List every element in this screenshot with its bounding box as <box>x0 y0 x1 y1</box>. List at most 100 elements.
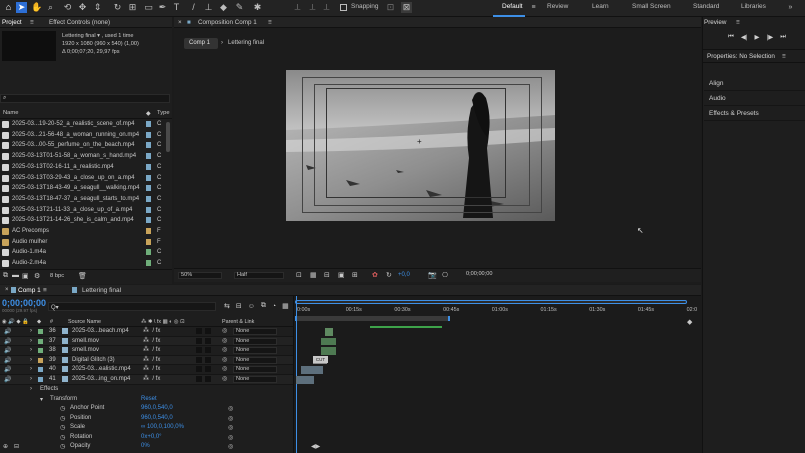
layer-row[interactable]: 🔊 › 37 smell.mov ⁂ / fx ◎ None <box>0 336 293 347</box>
layer-source-name[interactable]: 2025-03...beach.mp4 <box>72 328 129 334</box>
work-area-bar[interactable] <box>295 316 450 321</box>
transform-property[interactable]: ◷ Anchor Point 960,0,540,0 ◎ <box>0 404 293 414</box>
layer-label-swatch[interactable] <box>38 367 43 373</box>
puppet-pin-icon[interactable]: ✱ <box>252 2 263 13</box>
graph-editor-icon[interactable]: ▦ <box>282 302 289 310</box>
label-column-icon[interactable]: ◆ <box>37 319 41 325</box>
project-menu-icon[interactable]: ≡ <box>30 19 34 26</box>
expand-arrow-icon[interactable]: › <box>30 386 32 392</box>
roto-brush-icon[interactable]: ✎ <box>234 2 245 13</box>
expression-pickwhip-icon[interactable]: ◎ <box>228 415 233 422</box>
av-features-icon[interactable]: ◉ 🔊 ◆ 🔒 <box>2 319 29 325</box>
preview-menu-icon[interactable]: ≡ <box>736 19 740 26</box>
layer-label-swatch[interactable] <box>38 357 43 363</box>
layer-source-name[interactable]: smell.mov <box>72 338 99 344</box>
project-list-item[interactable]: 2025-03...19-20-52_a_realistic_scene_of.… <box>0 120 166 130</box>
property-value[interactable]: 0% <box>141 443 150 449</box>
layer-source-name[interactable]: 2025-03...ealistic.mp4 <box>72 366 131 372</box>
layer-switch-box[interactable] <box>205 366 211 373</box>
parent-link-header[interactable]: Parent & Link <box>222 319 254 325</box>
switches-header-icon[interactable]: ⁂ ✱ \ fx ▦ ◐ ◎ ⊡ <box>141 319 185 325</box>
effects-presets-section[interactable]: Effects & Presets <box>704 107 805 121</box>
timeline-current-time[interactable]: 0;00;00;00 <box>2 298 46 308</box>
property-value[interactable]: 0x+0,0° <box>141 434 162 440</box>
layer-row[interactable]: 🔊 › 36 2025-03...beach.mp4 ⁂ / fx ◎ None <box>0 327 293 337</box>
snap-toggle-icon[interactable]: ⊠ <box>401 2 412 13</box>
property-value[interactable]: ∞ 100,0,100,0% <box>141 424 184 430</box>
toggle-switches-icon[interactable]: ⊕ <box>3 443 8 450</box>
layer-switch-box[interactable] <box>196 328 202 334</box>
breadcrumb-lettering[interactable]: Lettering final <box>228 40 264 46</box>
expression-pickwhip-icon[interactable]: ◎ <box>228 443 233 450</box>
stopwatch-icon[interactable]: ◷ <box>60 434 65 441</box>
audio-section[interactable]: Audio <box>704 92 805 106</box>
exposure-reset-icon[interactable]: ↻ <box>386 271 392 279</box>
layer-switch-box[interactable] <box>196 337 202 344</box>
time-navigator[interactable] <box>295 300 687 304</box>
source-name-header[interactable]: Source Name <box>68 319 101 325</box>
parent-pickwhip-icon[interactable]: ◎ <box>222 337 227 344</box>
label-color-swatch[interactable] <box>146 217 151 224</box>
align-section[interactable]: Align <box>704 77 805 91</box>
lock-icon[interactable]: ■ <box>187 19 191 26</box>
audio-toggle-icon[interactable]: 🔊 <box>4 376 11 383</box>
transform-property[interactable]: ◷ Opacity 0% ◎ <box>0 442 293 452</box>
layer-clip-bar[interactable] <box>321 347 336 355</box>
layer-clip-bar[interactable] <box>296 376 314 384</box>
project-list-item[interactable]: Audio-2.m4a C <box>0 259 166 269</box>
parent-dropdown[interactable]: None <box>233 328 277 335</box>
type-tool-icon[interactable]: T <box>171 2 182 13</box>
label-color-swatch[interactable] <box>146 195 151 202</box>
last-frame-icon[interactable]: ⏭ <box>780 33 786 41</box>
workspace-tab-small-screen[interactable]: Small Screen <box>632 3 671 10</box>
color-management-icon[interactable]: ✿ <box>372 271 378 279</box>
layer-source-name[interactable]: smell.mov <box>72 347 99 353</box>
label-color-swatch[interactable] <box>146 206 151 213</box>
pan-camera-icon[interactable]: ✥ <box>77 2 88 13</box>
workspace-overflow-icon[interactable]: » <box>785 2 796 13</box>
rotate-tool-icon[interactable]: ↻ <box>112 2 123 13</box>
audio-toggle-icon[interactable]: 🔊 <box>4 366 11 373</box>
motion-blur-icon[interactable]: ◔ <box>272 303 276 310</box>
layer-source-name[interactable]: 2025-03...ing_on.mp4 <box>72 376 130 382</box>
axis-local-icon[interactable]: ⟂ <box>292 2 303 13</box>
clone-stamp-icon[interactable]: ⊥ <box>203 2 214 13</box>
expand-arrow-icon[interactable]: › <box>30 376 32 382</box>
layer-switches-icon[interactable]: ⁂ / fx <box>143 327 160 334</box>
parent-dropdown[interactable]: None <box>233 366 277 374</box>
parent-pickwhip-icon[interactable]: ◎ <box>222 365 227 372</box>
expression-pickwhip-icon[interactable]: ◎ <box>228 424 233 431</box>
column-type[interactable]: Type <box>157 110 170 116</box>
layer-clip-bar[interactable] <box>301 366 323 374</box>
property-value[interactable]: 960,0,540,0 <box>141 405 173 411</box>
layer-label-swatch[interactable] <box>38 348 43 354</box>
resolution-dropdown[interactable]: Half <box>234 272 284 279</box>
layer-switch-box[interactable] <box>205 347 211 354</box>
layer-switch-box[interactable] <box>205 376 211 382</box>
project-scrollbar[interactable] <box>166 122 170 152</box>
parent-pickwhip-icon[interactable]: ◎ <box>222 346 227 353</box>
project-list-item[interactable]: AC Precomps F <box>0 227 166 237</box>
transform-group[interactable]: ▾ Transform Reset <box>0 395 293 405</box>
project-list-item[interactable]: 2025-03-13T18-43-49_a_seagull__walking.m… <box>0 184 166 194</box>
expand-arrow-icon[interactable]: ▾ <box>40 396 43 403</box>
pen-tool-icon[interactable]: ✒ <box>157 2 168 13</box>
layer-label-swatch[interactable] <box>38 377 43 382</box>
audio-toggle-icon[interactable]: 🔊 <box>4 338 11 345</box>
stopwatch-icon[interactable]: ◷ <box>60 424 65 431</box>
workspace-tab-default[interactable]: Default <box>493 0 525 17</box>
workspace-tab-review[interactable]: Review <box>547 3 568 10</box>
breadcrumb-comp1[interactable]: Comp 1 <box>184 38 218 49</box>
layer-switch-box[interactable] <box>205 356 211 363</box>
draft-3d-icon[interactable]: ⊟ <box>236 302 242 310</box>
layer-switch-box[interactable] <box>196 356 202 363</box>
label-color-swatch[interactable] <box>146 249 151 256</box>
label-color-swatch[interactable] <box>146 174 151 181</box>
mask-visibility-icon[interactable]: ⊟ <box>324 271 330 279</box>
expand-arrow-icon[interactable]: › <box>30 357 32 363</box>
composition-menu-icon[interactable]: ≡ <box>268 19 272 26</box>
audio-toggle-icon[interactable]: 🔊 <box>4 357 11 364</box>
next-frame-icon[interactable]: |▶ <box>767 33 774 41</box>
layer-switches-icon[interactable]: ⁂ / fx <box>143 365 160 372</box>
composition-viewer[interactable]: + <box>286 70 555 221</box>
